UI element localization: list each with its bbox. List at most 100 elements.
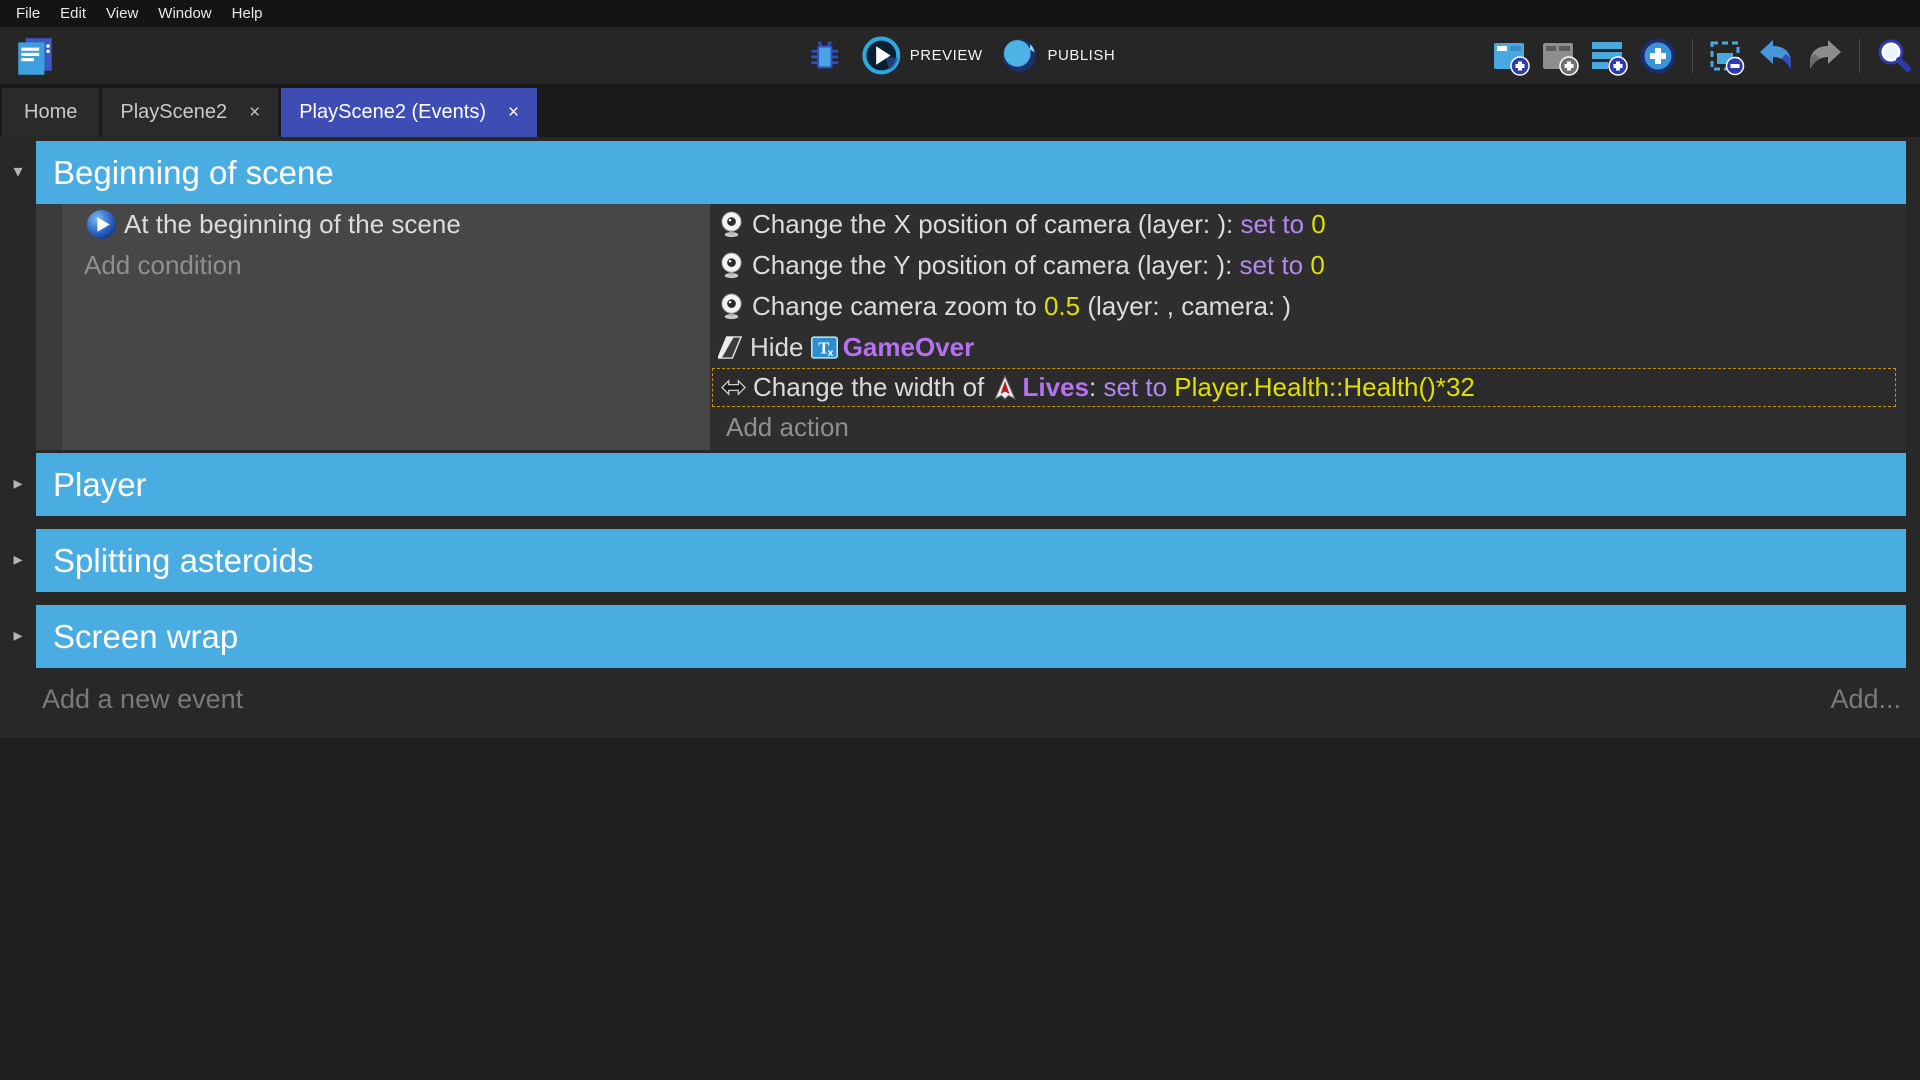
undo-button[interactable] (1756, 36, 1796, 76)
tab-playscene2[interactable]: PlayScene2 × (102, 88, 278, 137)
toolbar: PREVIEW PUBLISH (0, 27, 1920, 84)
add-action-label: Add action (726, 412, 849, 443)
delete-selection-icon (1707, 36, 1747, 76)
undo-icon (1756, 36, 1796, 76)
event-group-header[interactable]: Splitting asteroids (36, 529, 1906, 592)
disclosure-toggle[interactable]: ▸ (5, 473, 31, 494)
redo-button[interactable] (1805, 36, 1845, 76)
menu-edit[interactable]: Edit (50, 0, 96, 27)
menu-bar: File Edit View Window Help (0, 0, 1920, 27)
conditions-panel: At the beginning of the scene Add condit… (62, 204, 710, 450)
add-comment-button[interactable] (1589, 36, 1629, 76)
tab-home[interactable]: Home (2, 88, 99, 137)
action-keyword: set to (1103, 372, 1167, 403)
action-row-selected[interactable]: Change the width of Lives : set to Playe… (712, 368, 1896, 407)
project-manager-icon (12, 33, 58, 79)
begin-condition-icon (86, 209, 117, 240)
action-value: 0.5 (1044, 291, 1080, 322)
add-circle-icon (1638, 36, 1678, 76)
hide-icon (718, 335, 743, 360)
close-icon[interactable]: × (508, 103, 519, 122)
menu-view[interactable]: View (96, 0, 148, 27)
action-text: Hide (750, 332, 811, 363)
camera-icon (718, 293, 745, 320)
redo-icon (1805, 36, 1845, 76)
toolbar-separator (1692, 39, 1693, 73)
disclosure-toggle[interactable]: ▾ (5, 161, 31, 182)
event-group-title: Beginning of scene (53, 154, 334, 192)
lives-object-icon (992, 375, 1018, 401)
object-name: Lives (1023, 372, 1090, 403)
tab-label: PlayScene2 (Events) (299, 101, 486, 124)
delete-selection-button[interactable] (1707, 36, 1747, 76)
add-action-link[interactable]: Add action (710, 407, 1906, 448)
add-comment-icon (1589, 36, 1629, 76)
disclosure-toggle[interactable]: ▸ (5, 549, 31, 570)
menu-file[interactable]: File (6, 0, 50, 27)
action-text: Change the Y position of camera (layer: … (752, 250, 1240, 281)
publish-label: PUBLISH (1047, 47, 1115, 64)
event-group-header[interactable]: Player (36, 453, 1906, 516)
action-row[interactable]: Hide T x GameOver (710, 327, 1906, 368)
tab-bar: Home PlayScene2 × PlayScene2 (Events) × (0, 84, 1920, 137)
preview-button[interactable]: PREVIEW (861, 35, 983, 76)
action-keyword: set to (1240, 250, 1304, 281)
action-value: Player.Health::Health()*32 (1167, 372, 1475, 403)
preview-play-icon (861, 35, 902, 76)
search-button[interactable] (1874, 36, 1914, 76)
tab-label: Home (24, 101, 77, 124)
gdevelop-window: File Edit View Window Help (0, 0, 1920, 1080)
publish-sphere-icon (998, 35, 1039, 76)
add-ellipsis-link[interactable]: Add... (1830, 684, 1901, 715)
action-keyword: set to (1240, 209, 1304, 240)
svg-text:x: x (827, 348, 833, 359)
camera-icon (718, 252, 745, 279)
add-event-button[interactable] (1491, 36, 1531, 76)
action-text: (layer: , camera: ) (1080, 291, 1291, 322)
condition-text: At the beginning of the scene (124, 209, 461, 240)
event-group-title: Splitting asteroids (53, 542, 313, 580)
toolbar-separator (1859, 39, 1860, 73)
publish-button[interactable]: PUBLISH (998, 35, 1115, 76)
action-row[interactable]: Change the Y position of camera (layer: … (710, 245, 1906, 286)
action-text: Change the width of (753, 372, 992, 403)
tab-label: PlayScene2 (120, 101, 227, 124)
width-arrow-icon (721, 375, 746, 400)
action-value: 0 (1304, 209, 1326, 240)
condition-row[interactable]: At the beginning of the scene (62, 204, 710, 245)
preview-label: PREVIEW (910, 47, 983, 64)
toolbar-center: PREVIEW PUBLISH (805, 27, 1115, 84)
add-condition-link[interactable]: Add condition (62, 245, 710, 286)
text-object-icon: T x (811, 334, 838, 361)
action-value: 0 (1303, 250, 1325, 281)
search-icon (1874, 36, 1914, 76)
menu-window[interactable]: Window (148, 0, 221, 27)
event-group-title: Screen wrap (53, 618, 238, 656)
project-manager-button[interactable] (12, 33, 58, 79)
add-condition-label: Add condition (84, 250, 242, 281)
debug-icon (806, 37, 844, 75)
action-text: Change camera zoom to (752, 291, 1044, 322)
event-indent-strip (36, 204, 62, 450)
event-group-header[interactable]: Beginning of scene (36, 141, 1906, 204)
close-icon[interactable]: × (249, 103, 260, 122)
event-group-title: Player (53, 466, 147, 504)
action-text: : (1089, 372, 1103, 403)
action-row[interactable]: Change the X position of camera (layer: … (710, 204, 1906, 245)
action-text: Change the X position of camera (layer: … (752, 209, 1240, 240)
menu-help[interactable]: Help (222, 0, 273, 27)
add-new-event-link[interactable]: Add a new event (42, 684, 243, 715)
toolbar-right (1491, 27, 1914, 84)
add-circle-button[interactable] (1638, 36, 1678, 76)
add-subevent-button[interactable] (1540, 36, 1580, 76)
tab-playscene2-events[interactable]: PlayScene2 (Events) × (281, 88, 537, 137)
debug-button[interactable] (805, 36, 845, 76)
add-subevent-icon (1540, 36, 1580, 76)
action-row[interactable]: Change camera zoom to 0.5 (layer: , came… (710, 286, 1906, 327)
add-event-icon (1491, 36, 1531, 76)
camera-icon (718, 211, 745, 238)
event-group-header[interactable]: Screen wrap (36, 605, 1906, 668)
disclosure-toggle[interactable]: ▸ (5, 625, 31, 646)
actions-panel: Change the X position of camera (layer: … (710, 204, 1906, 450)
object-name: GameOver (843, 332, 975, 363)
